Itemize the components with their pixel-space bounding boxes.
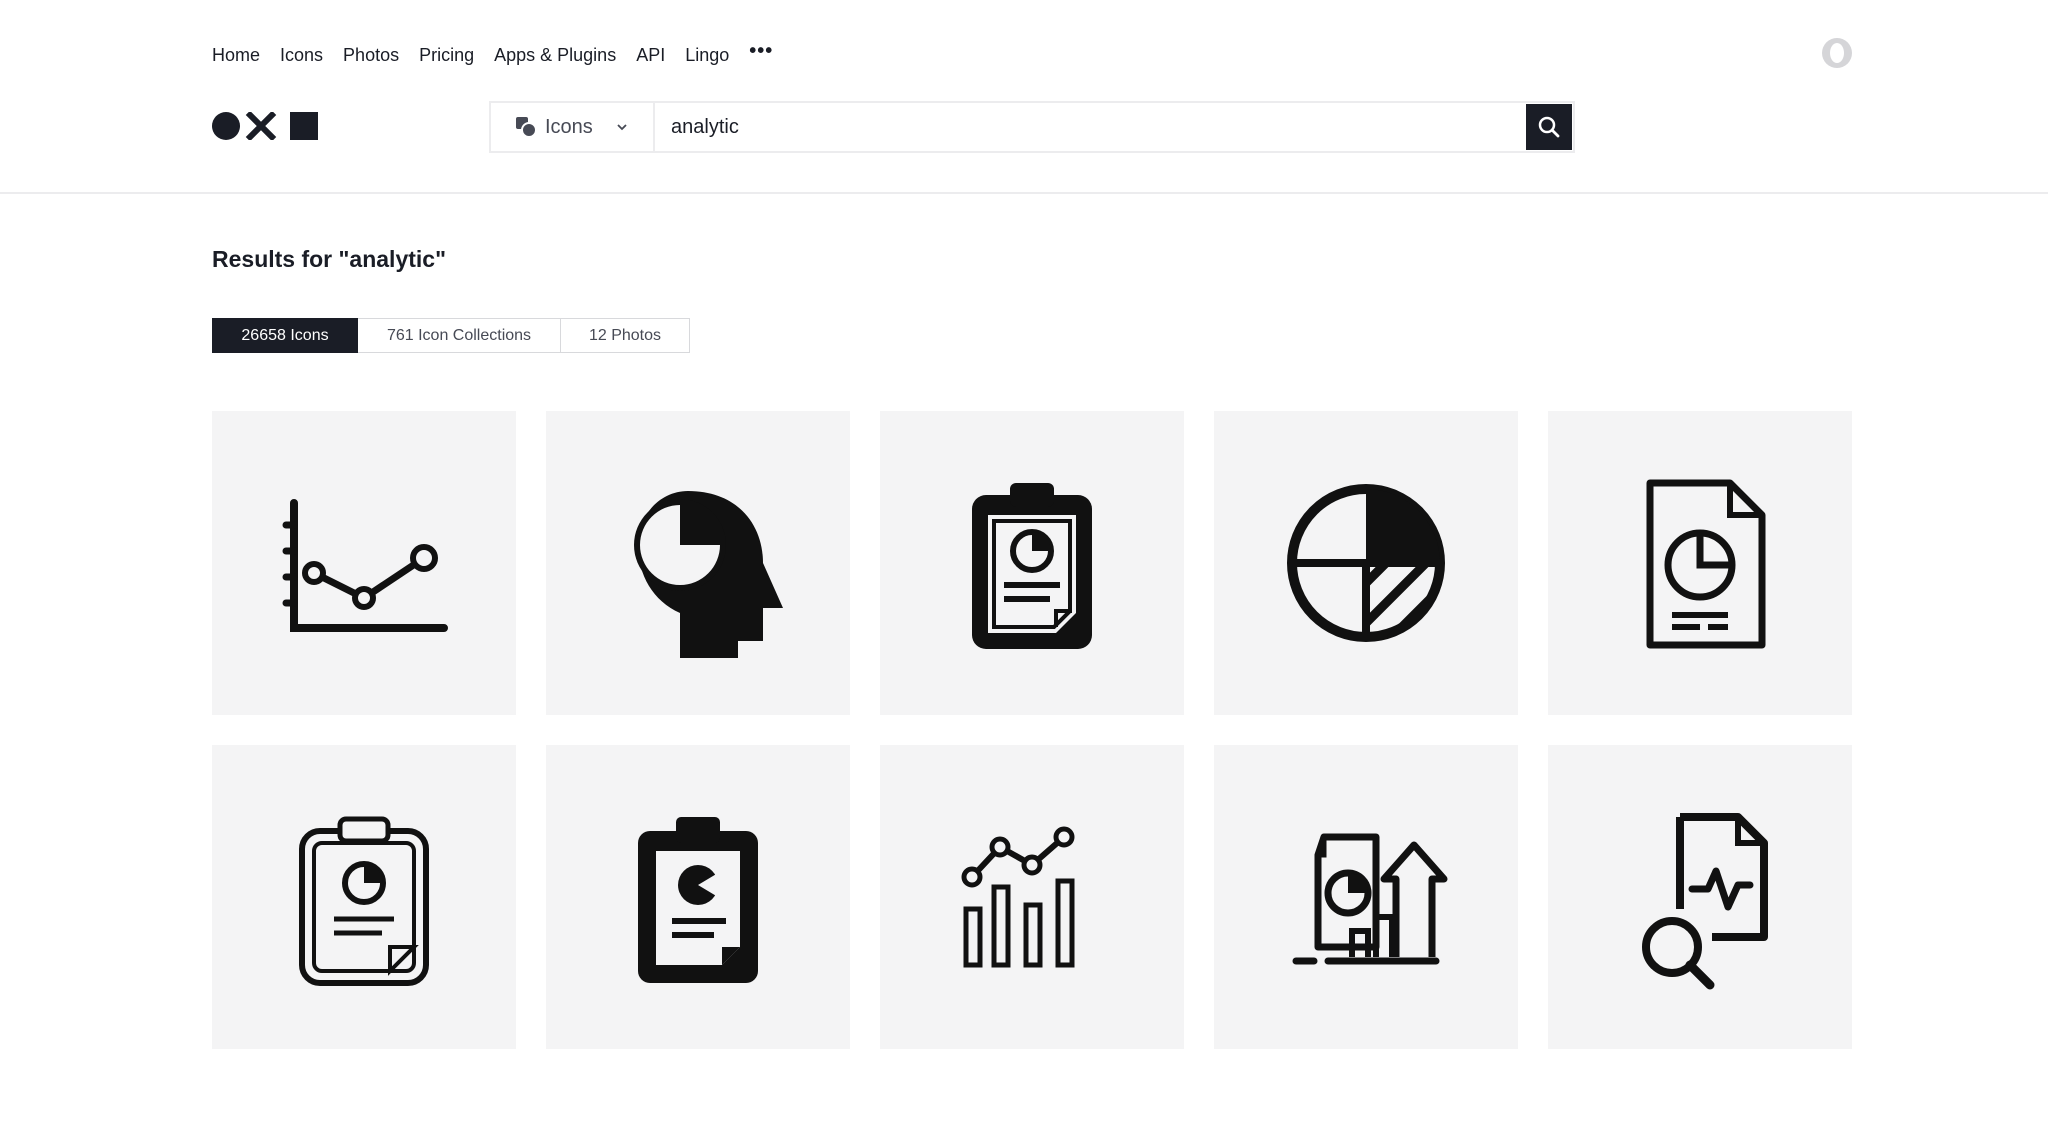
search-type-dropdown[interactable]: Icons: [491, 103, 655, 151]
search-input[interactable]: [655, 103, 1525, 151]
nav-icons[interactable]: Icons: [280, 40, 323, 70]
report-growth-arrow-icon: [1292, 833, 1448, 965]
line-chart-icon: [282, 499, 448, 632]
icon-result-tile[interactable]: [1214, 411, 1518, 715]
nav-pricing[interactable]: Pricing: [419, 40, 474, 70]
document-search-pulse-icon: [1642, 813, 1768, 990]
search-button[interactable]: [1526, 104, 1572, 150]
document-pie-chart-icon: [1646, 479, 1766, 649]
icon-result-tile[interactable]: [212, 745, 516, 1049]
bar-line-chart-icon: [961, 826, 1075, 968]
head-pie-chart-icon: [634, 491, 783, 658]
icon-result-tile[interactable]: [880, 745, 1184, 1049]
icon-result-tile[interactable]: [212, 411, 516, 715]
nav-home[interactable]: Home: [212, 40, 260, 70]
clipboard-pie-report-outline-icon: [299, 816, 429, 986]
site-header: Home Icons Photos Pricing Apps & Plugins…: [0, 0, 2048, 194]
icon-results-grid: [212, 411, 1852, 1049]
nav-photos[interactable]: Photos: [343, 40, 399, 70]
icon-result-tile[interactable]: [546, 745, 850, 1049]
search-type-label: Icons: [545, 115, 593, 138]
top-nav: Home Icons Photos Pricing Apps & Plugins…: [212, 40, 773, 70]
chevron-down-icon: [617, 124, 627, 131]
nav-api[interactable]: API: [636, 40, 665, 70]
more-menu-icon[interactable]: •••: [749, 40, 773, 63]
icon-result-tile[interactable]: [546, 411, 850, 715]
shapes-icon: [516, 117, 537, 138]
nav-lingo[interactable]: Lingo: [685, 40, 729, 70]
pie-chart-hatched-icon: [1287, 484, 1445, 642]
icon-result-tile[interactable]: [1548, 745, 1852, 1049]
results-tabs: 26658 Icons 761 Icon Collections 12 Phot…: [212, 318, 690, 353]
results-title: Results for "analytic": [212, 246, 446, 272]
search-icon: [1538, 116, 1560, 138]
tab-icons[interactable]: 26658 Icons: [212, 318, 358, 353]
avatar[interactable]: [1822, 38, 1852, 68]
tab-icon-collections[interactable]: 761 Icon Collections: [358, 318, 561, 353]
icon-result-tile[interactable]: [880, 411, 1184, 715]
icon-result-tile[interactable]: [1214, 745, 1518, 1049]
icon-result-tile[interactable]: [1548, 411, 1852, 715]
clipboard-pie-report-filled-icon: [972, 483, 1092, 649]
tab-photos[interactable]: 12 Photos: [561, 318, 690, 353]
clipboard-pie-report-solid-icon: [638, 817, 758, 983]
search-bar: Icons: [489, 101, 1575, 153]
nav-apps-plugins[interactable]: Apps & Plugins: [494, 40, 616, 70]
user-avatar-icon: [1830, 43, 1844, 63]
noun-project-logo-icon[interactable]: [212, 112, 318, 140]
